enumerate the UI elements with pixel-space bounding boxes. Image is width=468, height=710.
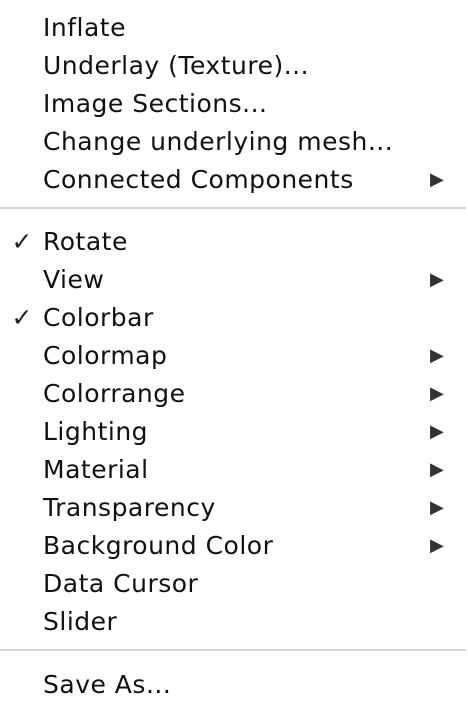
submenu-arrow-icon: ▶ <box>430 345 444 366</box>
menu-separator <box>0 207 466 209</box>
menu-item-save-as[interactable]: Save As... <box>0 666 468 704</box>
menu-item-colormap[interactable]: Colormap ▶ <box>0 337 468 375</box>
context-menu: Inflate Underlay (Texture)... Image Sect… <box>0 0 468 710</box>
menu-item-slider[interactable]: Slider <box>0 603 468 641</box>
menu-item-label: Underlay (Texture)... <box>43 51 310 80</box>
menu-item-label: Change underlying mesh... <box>43 127 394 156</box>
menu-item-transparency[interactable]: Transparency ▶ <box>0 489 468 527</box>
menu-item-data-cursor[interactable]: Data Cursor <box>0 565 468 603</box>
menu-item-image-sections[interactable]: Image Sections... <box>0 85 468 123</box>
menu-item-view[interactable]: View ▶ <box>0 261 468 299</box>
menu-item-label: Transparency <box>43 493 216 522</box>
submenu-arrow-icon: ▶ <box>430 535 444 556</box>
menu-item-label: Data Cursor <box>43 569 199 598</box>
menu-item-label: Rotate <box>43 227 128 256</box>
submenu-arrow-icon: ▶ <box>430 421 444 442</box>
submenu-arrow-icon: ▶ <box>430 459 444 480</box>
menu-item-label: Colorbar <box>43 303 154 332</box>
menu-item-label: Slider <box>43 607 118 636</box>
menu-item-label: View <box>43 265 105 294</box>
menu-item-label: Lighting <box>43 417 149 446</box>
checkmark-icon: ✓ <box>11 303 33 332</box>
menu-item-inflate[interactable]: Inflate <box>0 9 468 47</box>
menu-item-label: Connected Components <box>43 165 354 194</box>
submenu-arrow-icon: ▶ <box>430 269 444 290</box>
submenu-arrow-icon: ▶ <box>430 383 444 404</box>
menu-item-background-color[interactable]: Background Color ▶ <box>0 527 468 565</box>
menu-item-change-underlying-mesh[interactable]: Change underlying mesh... <box>0 123 468 161</box>
menu-item-label: Material <box>43 455 149 484</box>
menu-item-rotate[interactable]: ✓ Rotate <box>0 223 468 261</box>
menu-item-label: Background Color <box>43 531 274 560</box>
menu-item-label: Save As... <box>43 670 172 699</box>
menu-item-connected-components[interactable]: Connected Components ▶ <box>0 161 468 199</box>
menu-item-underlay-texture[interactable]: Underlay (Texture)... <box>0 47 468 85</box>
menu-item-label: Colorrange <box>43 379 186 408</box>
submenu-arrow-icon: ▶ <box>430 497 444 518</box>
menu-item-colorbar[interactable]: ✓ Colorbar <box>0 299 468 337</box>
checkmark-icon: ✓ <box>11 227 33 256</box>
menu-item-lighting[interactable]: Lighting ▶ <box>0 413 468 451</box>
menu-item-label: Image Sections... <box>43 89 268 118</box>
menu-item-material[interactable]: Material ▶ <box>0 451 468 489</box>
menu-item-label: Inflate <box>43 13 126 42</box>
submenu-arrow-icon: ▶ <box>430 169 444 190</box>
menu-item-label: Colormap <box>43 341 168 370</box>
menu-separator <box>0 649 466 651</box>
menu-item-colorrange[interactable]: Colorrange ▶ <box>0 375 468 413</box>
